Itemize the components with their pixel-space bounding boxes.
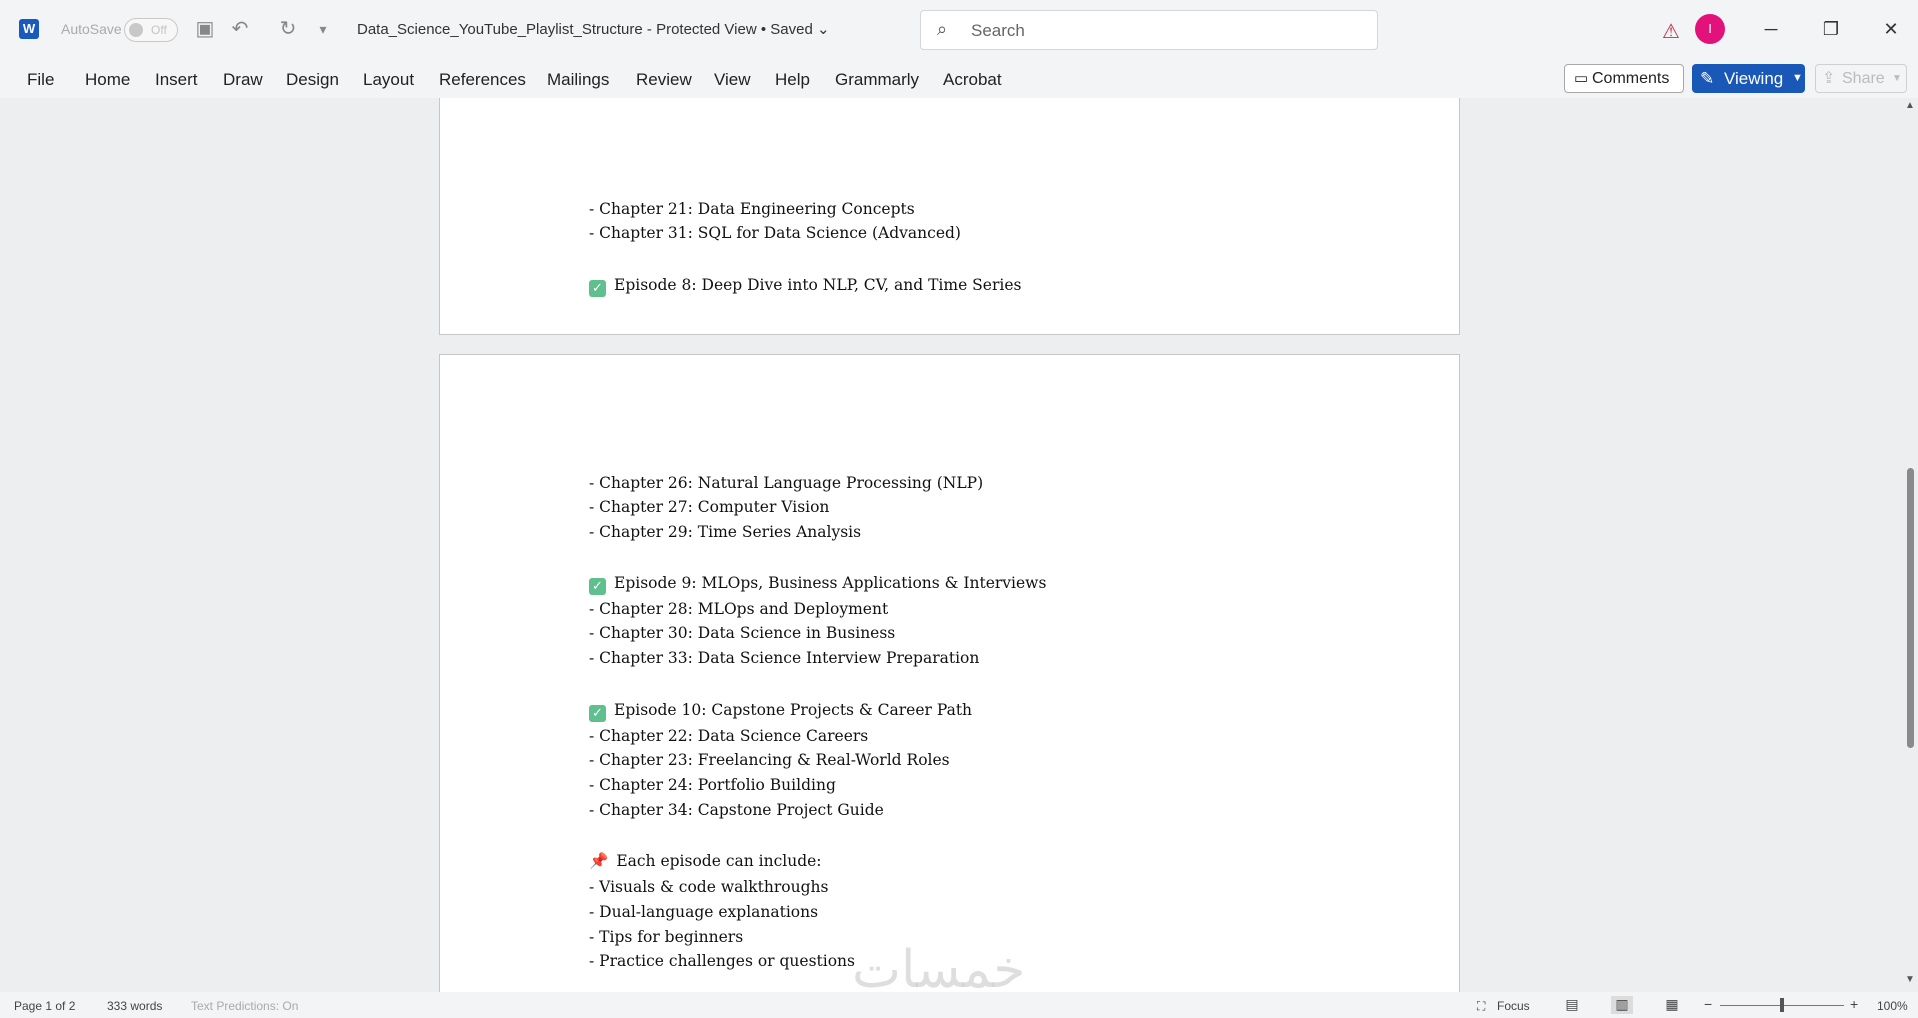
autosave-toggle[interactable]: Off [124,18,178,42]
note-heading: Each episode can include: [616,852,822,870]
doc-heading-line: ✓ Episode 9: MLOps, Business Applications… [589,574,1046,595]
document-page-2[interactable]: - Chapter 26: Natural Language Processin… [439,354,1460,992]
title-bar: W AutoSave Off ▣ ↶ ↻ ▾ Data_Science_YouT… [0,0,1918,59]
tab-file[interactable]: File [27,70,54,90]
chevron-down-icon: ▼ [1792,72,1803,84]
tab-view[interactable]: View [714,70,751,90]
customize-qat-icon[interactable]: ▾ [311,17,335,41]
comments-label: Comments [1592,70,1670,87]
warning-icon[interactable]: ⚠ [1662,19,1680,44]
zoom-in-button[interactable]: + [1850,996,1858,1012]
search-box[interactable]: ⌕ Search [920,10,1378,50]
tab-help[interactable]: Help [775,70,810,90]
toggle-knob [129,23,143,37]
doc-line: - Chapter 21: Data Engineering Concepts [589,200,915,218]
tab-home[interactable]: Home [85,70,130,90]
word-app-icon: W [19,19,39,39]
doc-line: - Chapter 28: MLOps and Deployment [589,600,889,618]
pushpin-icon: 📌 [589,852,609,870]
scroll-thumb[interactable] [1907,468,1914,748]
search-placeholder: Search [971,21,1025,40]
focus-icon[interactable]: ⛶ [1477,999,1485,1014]
search-icon: ⌕ [937,19,948,39]
doc-line: - Chapter 23: Freelancing & Real-World R… [589,751,950,769]
zoom-slider-thumb[interactable] [1780,998,1784,1012]
undo-icon[interactable]: ↶ [228,17,252,41]
comments-button[interactable]: ▭ Comments [1564,64,1684,93]
doc-line: - Chapter 31: SQL for Data Science (Adva… [589,224,961,242]
tab-design[interactable]: Design [286,70,339,90]
tab-references[interactable]: References [439,70,526,90]
doc-line: - Chapter 27: Computer Vision [589,498,830,516]
tab-grammarly[interactable]: Grammarly [835,70,919,90]
doc-heading-line: 📌 Each episode can include: [589,852,822,870]
autosave-label: AutoSave [61,21,122,37]
share-chevron-icon: ▼ [1892,73,1902,84]
restore-button[interactable]: ❐ [1808,12,1854,46]
tab-insert[interactable]: Insert [155,70,198,90]
episode-heading: Episode 9: MLOps, Business Applications … [614,574,1047,592]
doc-line: - Tips for beginners [589,928,744,946]
doc-line: - Chapter 26: Natural Language Processin… [589,474,984,492]
document-page-1[interactable]: - Chapter 21: Data Engineering Concepts … [439,98,1460,335]
tab-mailings[interactable]: Mailings [547,70,609,90]
check-box-icon: ✓ [589,578,606,595]
ribbon-tabs: File Home Insert Draw Design Layout Refe… [0,59,1918,98]
tab-acrobat[interactable]: Acrobat [943,70,1002,90]
episode-heading: Episode 10: Capstone Projects & Career P… [614,701,973,719]
tab-layout[interactable]: Layout [363,70,414,90]
zoom-out-button[interactable]: − [1704,996,1712,1012]
comment-icon: ▭ [1574,70,1589,87]
print-layout-icon[interactable]: ▥ [1611,996,1633,1014]
status-bar: Page 1 of 2 333 words Text Predictions: … [0,992,1918,1018]
check-box-icon: ✓ [589,280,606,297]
tab-review[interactable]: Review [636,70,692,90]
page-count[interactable]: Page 1 of 2 [14,999,75,1013]
read-mode-icon[interactable]: ▤ [1561,996,1583,1014]
viewing-label: Viewing [1724,69,1784,88]
autosave-state: Off [151,23,167,37]
doc-line: - Dual-language explanations [589,903,819,921]
doc-heading-line: ✓ Episode 10: Capstone Projects & Career … [589,701,972,722]
word-count[interactable]: 333 words [107,999,162,1013]
share-label: Share [1842,70,1885,87]
doc-line: - Chapter 33: Data Science Interview Pre… [589,649,980,667]
document-title[interactable]: Data_Science_YouTube_Playlist_Structure … [357,20,830,38]
web-layout-icon[interactable]: ▦ [1661,996,1683,1014]
vertical-scrollbar[interactable]: ▲ ▼ [1902,98,1918,992]
watermark: خمسات [852,940,1026,1000]
avatar[interactable]: I [1695,14,1725,44]
doc-line: - Practice challenges or questions [589,952,855,970]
viewing-mode-button[interactable]: ✎ Viewing ▼ [1692,64,1805,93]
episode-heading: Episode 8: Deep Dive into NLP, CV, and T… [614,276,1022,294]
save-icon[interactable]: ▣ [193,17,217,41]
doc-line: - Chapter 24: Portfolio Building [589,776,836,794]
close-button[interactable]: ✕ [1868,12,1914,46]
redo-icon[interactable]: ↻ [276,17,300,41]
minimize-button[interactable]: ─ [1748,12,1794,46]
document-title-text: Data_Science_YouTube_Playlist_Structure … [357,21,813,38]
scroll-up-icon[interactable]: ▲ [1905,100,1915,111]
doc-line: - Chapter 30: Data Science in Business [589,624,896,642]
zoom-level[interactable]: 100% [1877,999,1908,1013]
doc-line: - Chapter 22: Data Science Careers [589,727,869,745]
check-box-icon: ✓ [589,705,606,722]
focus-button[interactable]: Focus [1497,999,1530,1013]
pen-icon: ✎ [1700,69,1715,88]
tab-draw[interactable]: Draw [223,70,263,90]
doc-line: - Chapter 29: Time Series Analysis [589,523,862,541]
title-chevron-icon: ⌄ [816,21,830,38]
doc-heading-line: ✓ Episode 8: Deep Dive into NLP, CV, and … [589,276,1021,297]
share-button[interactable]: ⇪ Share ▼ [1815,64,1907,93]
share-icon: ⇪ [1822,70,1836,87]
document-canvas[interactable]: - Chapter 21: Data Engineering Concepts … [0,98,1918,992]
doc-line: - Chapter 34: Capstone Project Guide [589,801,884,819]
doc-line: - Visuals & code walkthroughs [589,878,829,896]
text-predictions-status[interactable]: Text Predictions: On [191,999,298,1013]
scroll-down-icon[interactable]: ▼ [1905,974,1915,985]
